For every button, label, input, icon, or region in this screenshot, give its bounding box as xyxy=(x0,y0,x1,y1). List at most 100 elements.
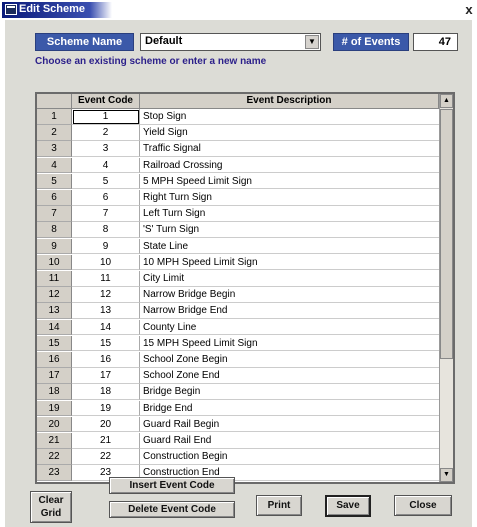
scheme-name-combobox[interactable]: Default ▼ xyxy=(140,33,321,51)
event-description-cell[interactable]: School Zone End xyxy=(140,368,439,384)
print-button[interactable]: Print xyxy=(256,495,302,516)
event-description-cell[interactable]: Stop Sign xyxy=(140,109,439,125)
event-description-cell[interactable]: City Limit xyxy=(140,271,439,287)
event-code-cell[interactable]: 19 xyxy=(72,400,140,417)
event-code-header[interactable]: Event Code xyxy=(72,94,140,109)
insert-event-code-button[interactable]: Insert Event Code xyxy=(109,477,235,494)
event-description-cell[interactable]: 5 MPH Speed Limit Sign xyxy=(140,173,439,190)
row-number[interactable]: 22 xyxy=(37,449,72,465)
event-description-cell[interactable]: 10 MPH Speed Limit Sign xyxy=(140,254,439,271)
event-description-cell[interactable]: 'S' Turn Sign xyxy=(140,222,439,238)
scroll-down-icon[interactable]: ▼ xyxy=(440,468,453,482)
event-code-cell[interactable]: 13 xyxy=(72,303,140,319)
table-row[interactable]: 20 20 Guard Rail Begin xyxy=(37,416,439,433)
event-description-cell[interactable]: Traffic Signal xyxy=(140,141,439,157)
event-description-cell[interactable]: Guard Rail Begin xyxy=(140,416,439,433)
table-row[interactable]: 15 15 15 MPH Speed Limit Sign xyxy=(37,335,439,352)
event-code-cell[interactable]: 11 xyxy=(72,271,140,287)
event-description-cell[interactable]: 15 MPH Speed Limit Sign xyxy=(140,335,439,352)
table-row[interactable]: 3 3 Traffic Signal xyxy=(37,141,439,157)
table-row[interactable]: 2 2 Yield Sign xyxy=(37,125,439,141)
row-number[interactable]: 15 xyxy=(37,335,72,352)
table-row[interactable]: 9 9 State Line xyxy=(37,238,439,255)
table-row[interactable]: 555 MPH Speed Limit Sign xyxy=(37,173,439,190)
row-number[interactable]: 4 xyxy=(37,157,72,174)
table-row[interactable]: 8 8 'S' Turn Sign xyxy=(37,222,439,238)
event-code-cell[interactable]: 20 xyxy=(72,416,140,433)
event-description-cell[interactable]: Bridge End xyxy=(140,400,439,417)
table-row[interactable]: 14 14 County Line xyxy=(37,319,439,336)
event-description-cell[interactable]: Guard Rail End xyxy=(140,433,439,449)
event-code-cell[interactable]: 9 xyxy=(72,238,140,255)
event-code-cell[interactable]: 17 xyxy=(72,368,140,384)
row-number[interactable]: 5 xyxy=(37,173,72,190)
row-number[interactable]: 20 xyxy=(37,416,72,433)
events-count-field[interactable]: 47 xyxy=(413,33,458,51)
event-description-cell[interactable]: Construction Begin xyxy=(140,449,439,465)
event-code-cell[interactable]: 8 xyxy=(72,222,140,238)
event-code-cell[interactable]: 21 xyxy=(72,433,140,449)
event-code-cell[interactable]: 22 xyxy=(72,449,140,465)
event-code-cell[interactable]: 18 xyxy=(72,384,140,400)
row-number[interactable]: 3 xyxy=(37,141,72,157)
event-description-header[interactable]: Event Description xyxy=(140,94,439,109)
event-code-cell[interactable]: 1 xyxy=(72,109,140,125)
row-number[interactable]: 10 xyxy=(37,254,72,271)
event-description-cell[interactable]: Narrow Bridge Begin xyxy=(140,287,439,303)
event-description-cell[interactable]: Yield Sign xyxy=(140,125,439,141)
chevron-down-icon[interactable]: ▼ xyxy=(305,35,319,49)
event-code-cell[interactable]: 6 xyxy=(72,190,140,206)
event-description-cell[interactable]: County Line xyxy=(140,319,439,336)
delete-event-code-button[interactable]: Delete Event Code xyxy=(109,501,235,518)
event-grid[interactable]: Event Code Event Description 1 1 Stop Sign… xyxy=(35,92,455,484)
row-number[interactable]: 16 xyxy=(37,352,72,368)
row-number[interactable]: 7 xyxy=(37,206,72,222)
event-code-cell[interactable]: 15 xyxy=(72,335,140,352)
table-row[interactable]: 23 23 Construction End xyxy=(37,465,439,481)
row-number[interactable]: 18 xyxy=(37,384,72,400)
table-row[interactable]: 6 6 Right Turn Sign xyxy=(37,190,439,206)
event-code-cell[interactable]: 3 xyxy=(72,141,140,157)
table-row[interactable]: 12 12 Narrow Bridge Begin xyxy=(37,287,439,303)
close-button[interactable]: Close xyxy=(394,495,452,516)
event-code-cell[interactable]: 14 xyxy=(72,319,140,336)
row-number[interactable]: 13 xyxy=(37,303,72,319)
row-number[interactable]: 9 xyxy=(37,238,72,255)
table-row[interactable]: 4 4 Railroad Crossing xyxy=(37,157,439,174)
scroll-up-icon[interactable]: ▲ xyxy=(440,94,453,108)
event-description-cell[interactable]: State Line xyxy=(140,238,439,255)
table-row[interactable]: 16 16 School Zone Begin xyxy=(37,352,439,368)
close-window-button[interactable]: x xyxy=(462,2,476,17)
row-number[interactable]: 6 xyxy=(37,190,72,206)
event-description-cell[interactable]: Bridge Begin xyxy=(140,384,439,400)
event-description-cell[interactable]: Railroad Crossing xyxy=(140,157,439,174)
clear-grid-button[interactable]: Clear Grid xyxy=(30,491,72,523)
save-button[interactable]: Save xyxy=(325,495,371,517)
event-code-cell[interactable]: 12 xyxy=(72,287,140,303)
table-row[interactable]: 18 18 Bridge Begin xyxy=(37,384,439,400)
row-number[interactable]: 1 xyxy=(37,109,72,125)
table-row[interactable]: 19 19 Bridge End xyxy=(37,400,439,417)
table-row[interactable]: 22 22 Construction Begin xyxy=(37,449,439,465)
scroll-thumb[interactable] xyxy=(440,109,453,359)
grid-scrollbar[interactable]: ▲ ▼ xyxy=(439,94,453,482)
table-row[interactable]: 1 1 Stop Sign xyxy=(37,109,439,125)
table-row[interactable]: 7 7 Left Turn Sign xyxy=(37,206,439,222)
row-number[interactable]: 21 xyxy=(37,433,72,449)
event-code-cell[interactable]: 7 xyxy=(72,206,140,222)
row-number[interactable]: 11 xyxy=(37,271,72,287)
row-number[interactable]: 23 xyxy=(37,465,72,481)
event-description-cell[interactable]: Right Turn Sign xyxy=(140,190,439,206)
event-description-cell[interactable]: School Zone Begin xyxy=(140,352,439,368)
row-number[interactable]: 12 xyxy=(37,287,72,303)
event-code-cell[interactable]: 16 xyxy=(72,352,140,368)
row-number[interactable]: 8 xyxy=(37,222,72,238)
row-number[interactable]: 19 xyxy=(37,400,72,417)
row-number[interactable]: 2 xyxy=(37,125,72,141)
table-row[interactable]: 11 11 City Limit xyxy=(37,271,439,287)
event-code-cell[interactable]: 2 xyxy=(72,125,140,141)
row-number[interactable]: 14 xyxy=(37,319,72,336)
table-row[interactable]: 13 13 Narrow Bridge End xyxy=(37,303,439,319)
event-code-cell[interactable]: 10 xyxy=(72,254,140,271)
table-row[interactable]: 21 21 Guard Rail End xyxy=(37,433,439,449)
